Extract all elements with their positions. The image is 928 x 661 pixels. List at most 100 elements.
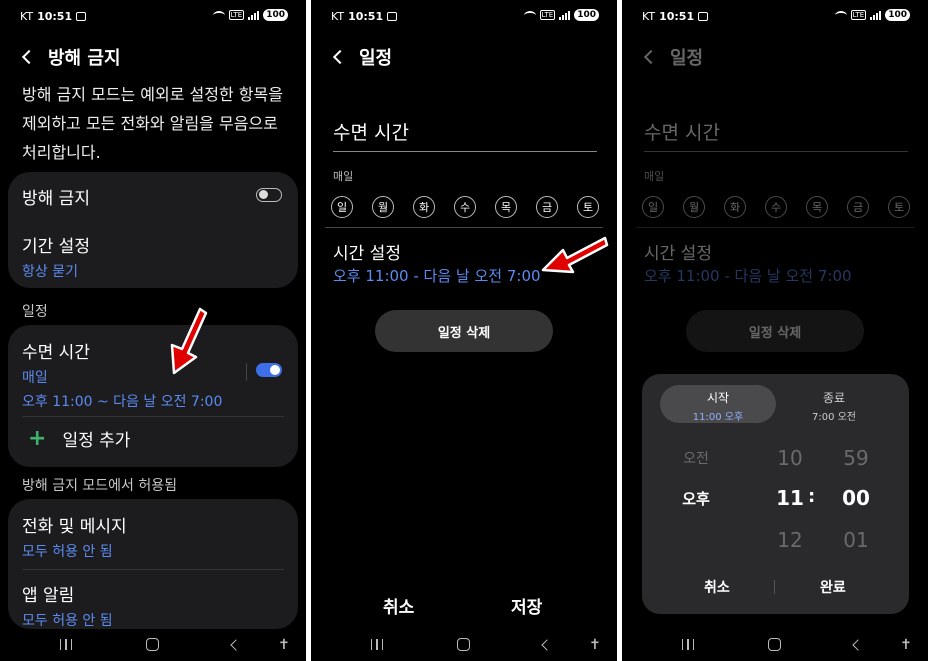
day-button-wed[interactable]: 수 [454, 196, 476, 218]
carrier: KT [331, 10, 345, 23]
save-button[interactable]: 저장 [511, 593, 542, 618]
divider [636, 227, 914, 228]
back-icon [643, 49, 659, 65]
screen-record-icon [387, 12, 398, 21]
day-button-mon: 월 [683, 196, 705, 218]
navigation-bar: ✝ [311, 631, 617, 661]
day-button-fri[interactable]: 금 [536, 196, 558, 218]
wifi-icon [212, 10, 225, 20]
day-button-sun: 일 [642, 196, 664, 218]
nav-back-icon[interactable] [852, 639, 864, 651]
back-icon[interactable] [21, 49, 37, 65]
carrier: KT [20, 10, 34, 23]
calls-value: 모두 허용 안 됨 [22, 544, 113, 560]
start-time-tab[interactable]: 시작 11:00 오후 [660, 385, 776, 423]
day-button-mon[interactable]: 월 [372, 196, 394, 218]
page-title: 방해 금지 [48, 48, 121, 69]
time-setting-title: 시간 설정 [644, 244, 712, 264]
add-schedule-label: 일정 추가 [62, 431, 131, 451]
divider [22, 416, 284, 417]
hour-next: 12 [777, 528, 803, 552]
wifi-icon [834, 10, 847, 20]
red-arrow-annotation [170, 307, 208, 375]
accessibility-icon[interactable]: ✝ [589, 637, 601, 653]
allowed-section-title: 방해 금지 모드에서 허용됨 [22, 478, 178, 494]
repeat-label: 매일 [644, 170, 665, 183]
page-title: 일정 [359, 48, 393, 69]
day-button-tue[interactable]: 화 [413, 196, 435, 218]
description: 방해 금지 모드는 예외로 설정한 항목을 제외하고 모든 전화와 알림을 무음… [22, 85, 283, 162]
battery-icon: 100 [574, 9, 599, 21]
day-button-tue: 화 [724, 196, 746, 218]
day-button-sun[interactable]: 일 [331, 196, 353, 218]
ampm-current: 오후 [682, 490, 710, 508]
day-button-thu: 목 [806, 196, 828, 218]
apps-row[interactable]: 앱 알림 모두 허용 안 됨 [22, 581, 113, 630]
clock: 10:51 [348, 10, 384, 23]
delete-schedule-button: 일정 삭제 [686, 310, 864, 352]
day-button-sat[interactable]: 토 [577, 196, 599, 218]
hour-current: 11 [776, 486, 804, 510]
recent-apps-icon[interactable] [371, 639, 383, 650]
home-icon[interactable] [146, 638, 159, 651]
nav-back-icon[interactable] [230, 639, 242, 651]
time-picker-screen: KT 10:51 LTE 100 일정 수면 시간 매일 일 월 화 수 목 금 … [622, 0, 928, 661]
accessibility-icon[interactable]: ✝ [278, 637, 290, 653]
header: 일정 [642, 44, 703, 70]
volte-icon: LTE [539, 10, 556, 20]
end-tab-value: 7:00 오전 [811, 412, 857, 423]
duration-row[interactable]: 기간 설정 항상 묻기 [22, 232, 90, 281]
day-selector: 일 월 화 수 목 금 토 [642, 196, 910, 218]
time-separator: : [808, 486, 816, 507]
picker-cancel-button[interactable]: 취소 [704, 577, 730, 597]
header: 방해 금지 [20, 44, 121, 70]
start-tab-label: 시작 [706, 391, 730, 405]
battery-icon: 100 [263, 9, 288, 21]
dnd-toggle[interactable] [256, 188, 282, 202]
calls-row[interactable]: 전화 및 메시지 모두 허용 안 됨 [22, 512, 127, 561]
delete-schedule-button[interactable]: 일정 삭제 [375, 310, 553, 352]
cancel-button[interactable]: 취소 [383, 593, 414, 618]
duration-value: 항상 묻기 [22, 264, 78, 280]
home-icon[interactable] [768, 638, 781, 651]
add-schedule-button[interactable]: + 일정 추가 [28, 426, 130, 451]
end-tab-label: 종료 [822, 391, 846, 405]
picker-done-button[interactable]: 완료 [820, 577, 846, 597]
signal-icon [248, 10, 260, 20]
button-separator [774, 580, 775, 594]
battery-icon: 100 [885, 9, 910, 21]
time-setting-value: 오후 11:00 - 다음 날 오전 7:00 [333, 267, 541, 285]
minute-next: 01 [843, 528, 869, 552]
status-bar: KT 10:51 LTE 100 [622, 0, 928, 32]
row-divider [246, 363, 247, 381]
end-time-tab[interactable]: 종료 7:00 오전 [776, 385, 892, 423]
signal-icon [870, 10, 882, 20]
nav-back-icon[interactable] [541, 639, 553, 651]
divider [325, 227, 603, 228]
plus-icon: + [28, 425, 47, 451]
volte-icon: LTE [850, 10, 867, 20]
back-icon[interactable] [332, 49, 348, 65]
sleep-toggle[interactable] [256, 363, 282, 377]
accessibility-icon[interactable]: ✝ [900, 637, 912, 653]
apps-value: 모두 허용 안 됨 [22, 613, 113, 629]
wifi-icon [523, 10, 536, 20]
home-icon[interactable] [457, 638, 470, 651]
red-arrow-annotation [541, 236, 609, 274]
screen-record-icon [76, 12, 87, 21]
recent-apps-icon[interactable] [682, 639, 694, 650]
day-button-sat: 토 [888, 196, 910, 218]
dnd-card: 방해 금지 기간 설정 항상 묻기 [8, 172, 298, 288]
navigation-bar: ✝ [622, 631, 928, 661]
status-bar: KT 10:51 LTE 100 [311, 0, 617, 32]
allowed-card: 전화 및 메시지 모두 허용 안 됨 앱 알림 모두 허용 안 됨 [8, 499, 298, 629]
recent-apps-icon[interactable] [60, 639, 72, 650]
schedule-card: 수면 시간 매일 오후 11:00 ~ 다음 날 오전 7:00 + 일정 추가 [8, 325, 298, 467]
minute-prev: 59 [843, 446, 869, 470]
schedule-name-input[interactable]: 수면 시간 [333, 118, 597, 152]
day-button-thu[interactable]: 목 [495, 196, 517, 218]
hour-prev: 10 [777, 446, 803, 470]
carrier: KT [642, 10, 656, 23]
day-button-fri: 금 [847, 196, 869, 218]
sleep-time: 오후 11:00 ~ 다음 날 오전 7:00 [22, 394, 223, 410]
